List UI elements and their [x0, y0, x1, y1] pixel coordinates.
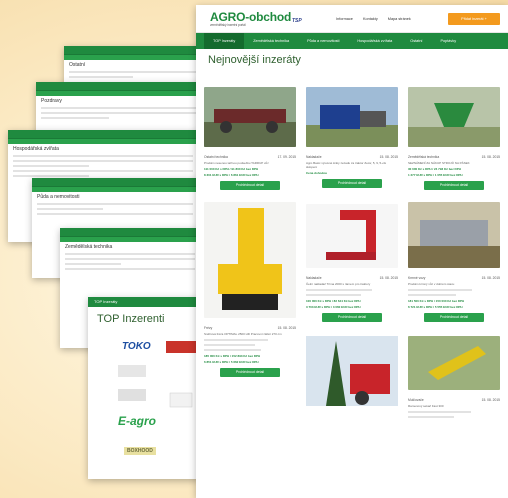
listing-description: Prodám nesenou tažnou podsečku TARRUP vů…	[204, 161, 269, 165]
top-advertisers-panel: TOP Inzeráty TOP Inzerenti TOKO E-agro B…	[88, 297, 200, 479]
toplink-kontakty[interactable]: Kontakty	[363, 17, 378, 21]
listing-card[interactable]: Mulčovače 15. 08. 2015 Ramenový sekač Fas…	[408, 336, 500, 418]
listing-date: 17. 09. 2015	[277, 155, 296, 159]
advertiser-logo-images	[118, 341, 196, 408]
nav-poptavky[interactable]: Poptávky	[432, 33, 466, 49]
listing-description: Agro Basic výsuvné kráty zezadu za trakt…	[306, 161, 387, 169]
back-page-title: Půda a nemovitosti	[37, 194, 80, 200]
listing-category: Ostatní technika	[204, 155, 228, 159]
back-page-title: Pozdravy	[41, 98, 62, 104]
listing-card[interactable]: Ostatní technika 17. 09. 2015 Prodám nese…	[204, 87, 296, 190]
listing-price: 30 000 Kč s DPH / 24 793 Kč bez DPH	[408, 167, 461, 171]
listing-price-eur: 6 721 EUR s DPH / 5 555 EUR bez DPH	[408, 305, 463, 309]
listing-photo[interactable]	[204, 202, 296, 318]
listing-description: SEZNÁMENÍ ZA NÁKUP STROJŮ NA PÁSEK	[408, 161, 470, 165]
listing-date: 15. 08. 2015	[379, 276, 398, 280]
listing-date: 15. 08. 2015	[277, 326, 296, 330]
listing-photo[interactable]	[408, 87, 500, 147]
nav-hospodarska-zvirata[interactable]: Hospodářská zvířata	[348, 33, 401, 49]
listing-category: Frézy	[204, 326, 213, 330]
listing-price: 111 000 Kč s DPH / 91 800 Kč bez DPH	[204, 167, 259, 171]
listing-price: 100 000 Kč s DPH / 82 644 Kč bez DPH	[306, 299, 361, 303]
top-links: Informace Kontakty Mapa stránek	[336, 17, 420, 21]
detail-button[interactable]: Prohlédnout detail	[322, 179, 382, 188]
main-window: AGRO-obchod zemědělský inzertní portál T…	[196, 5, 508, 498]
nav-ostatni[interactable]: Ostatní	[401, 33, 431, 49]
back-page-title: Hospodářská zvířata	[13, 146, 59, 152]
listing-photo[interactable]	[306, 87, 398, 147]
listing-date: 15. 08. 2015	[379, 155, 398, 159]
nav-top-inzeraty[interactable]: TOP Inzeráty	[204, 33, 245, 49]
add-listing-label: Přidat inzerát	[461, 17, 484, 21]
listing-description: Prodám krmný vůz v dobrém stavu	[408, 282, 455, 286]
listing-card[interactable]: Nakladače 15. 08. 2015 Čelní nakladač Tri…	[306, 204, 398, 322]
nav-puda-a-nemovitosti[interactable]: Půda a nemovitosti	[298, 33, 348, 49]
site-header: AGRO-obchod zemědělský inzertní portál T…	[196, 5, 508, 33]
listing-description: Sněhová fréza OPTIMAL 2500 HD Pracovní z…	[204, 332, 282, 336]
detail-button[interactable]: Prohlédnout detail	[220, 181, 280, 190]
listing-date: 15. 08. 2015	[481, 155, 500, 159]
listing-description: Ramenový sekač Fast 300	[408, 404, 444, 408]
site-logo[interactable]: AGRO-obchod zemědělský inzertní portál	[210, 10, 291, 27]
listing-price: Cena dohodou	[306, 171, 327, 175]
listing-price: 185 000 Kč s DPH / 152 893 Kč bez DPH	[204, 354, 261, 358]
listing-description: Čelní nakladač Trima 2000 s rámem pro tr…	[306, 282, 371, 286]
partner-logo: TSP	[292, 18, 302, 24]
listing-date: 15. 08. 2015	[481, 276, 500, 280]
listing-price-eur: 3 703 EUR s DPH / 3 060 EUR bez DPH	[306, 305, 361, 309]
listing-price-eur: 6 851 EUR s DPH / 5 662 EUR bez DPH	[204, 360, 259, 364]
toplink-informace[interactable]: Informace	[336, 17, 353, 21]
main-nav: TOP Inzeráty Zemědělská technika Půda a …	[196, 33, 508, 49]
screenshot-collage: Ostatní Pozdravy Hospodářská zvířata Půd…	[0, 0, 508, 498]
listing-price-eur: 8 301 EUR s DPH / 6 861 EUR bez DPH	[204, 173, 259, 177]
listing-photo[interactable]	[408, 202, 500, 268]
brand-name: AGRO-obchod	[210, 10, 292, 24]
detail-button[interactable]: Prohlédnout detail	[424, 181, 484, 190]
listing-price-eur: 1 277 EUR s DPH / 1 055 EUR bez DPH	[408, 173, 463, 177]
listing-card[interactable]: Krmné vozy 15. 08. 2015 Prodám krmný vůz …	[408, 202, 500, 322]
listing-photo[interactable]	[408, 336, 500, 390]
listing-category: Nakladače	[306, 276, 322, 280]
listing-card[interactable]: Nakladače 15. 08. 2015 Agro Basic výsuvné…	[306, 87, 398, 188]
listing-photo[interactable]	[306, 336, 398, 406]
listing-category: Mulčovače	[408, 398, 424, 402]
listing-card[interactable]: Zemědělská technika 15. 08. 2015 SEZNÁMEN…	[408, 87, 500, 190]
listing-date: 15. 08. 2015	[481, 398, 500, 402]
plus-icon: +	[484, 17, 487, 21]
listing-price: 181 500 Kč s DPH / 150 000 Kč bez DPH	[408, 299, 465, 303]
toplink-mapa-stranek[interactable]: Mapa stránek	[388, 17, 411, 21]
listing-category: Zemědělská technika	[408, 155, 440, 159]
listing-category: Krmné vozy	[408, 276, 426, 280]
listing-category: Nakladače	[306, 155, 322, 159]
back-page-title: Zemědělská technika	[65, 244, 113, 250]
listing-photo[interactable]	[306, 204, 398, 268]
detail-button[interactable]: Prohlédnout detail	[322, 313, 382, 322]
detail-button[interactable]: Prohlédnout detail	[220, 368, 280, 377]
section-title: Nejnovější inzeráty	[208, 54, 301, 66]
detail-button[interactable]: Prohlédnout detail	[424, 313, 484, 322]
nav-zemedelska-technika[interactable]: Zemědělská technika	[244, 33, 298, 49]
add-listing-button[interactable]: Přidat inzerát +	[448, 13, 500, 25]
listing-photo[interactable]	[204, 87, 296, 147]
listing-card[interactable]: Frézy 15. 08. 2015 Sněhová fréza OPTIMAL …	[204, 202, 296, 377]
